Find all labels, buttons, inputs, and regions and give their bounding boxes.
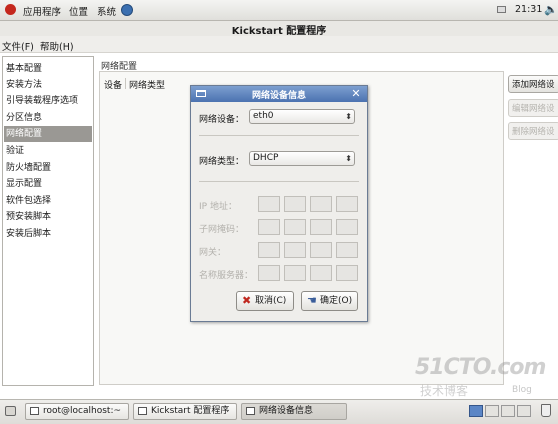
add-network-device-button[interactable]: 添加网络设 [508,75,558,93]
edit-network-device-button[interactable]: 编辑网络设 [508,99,558,117]
sidebar-item-pre-script[interactable]: 预安装脚本 [4,209,92,225]
network-type-value: DHCP [253,153,279,163]
task-kickstart-label: Kickstart 配置程序 [151,406,230,416]
sidebar-item-install-method[interactable]: 安装方法 [4,77,92,93]
menubar: 文件(F) 帮助(H) [0,36,558,53]
sidebar-item-post-script[interactable]: 安装后脚本 [4,226,92,242]
watermark-subtitle: 技术博客 [420,384,469,398]
redhat-logo-icon[interactable] [5,4,16,15]
updown-arrow-icon: ⬍ [345,112,352,121]
gateway-octet-1[interactable] [258,242,280,258]
task-network-dialog[interactable]: 网络设备信息 [241,403,347,420]
sidebar-item-bootloader[interactable]: 引导装载程序选项 [4,93,92,109]
workspace-1[interactable] [469,405,483,417]
updown-arrow-icon: ⬍ [345,154,352,163]
show-desktop-icon[interactable] [5,406,16,416]
window-title: Kickstart 配置程序 [231,26,327,37]
browser-icon[interactable] [121,4,133,16]
help-menu[interactable]: 帮助(H) [40,39,74,53]
netmask-octet-1[interactable] [258,219,280,235]
gateway-octet-2[interactable] [284,242,306,258]
sidebar-item-partition[interactable]: 分区信息 [4,110,92,126]
cancel-x-icon: ✖ [242,294,252,307]
sidebar-item-auth[interactable]: 验证 [4,143,92,159]
netmask-octet-4[interactable] [336,219,358,235]
trash-icon[interactable] [541,404,551,417]
places-menu[interactable]: 位置 [69,4,88,18]
sidebar-item-packages[interactable]: 软件包选择 [4,193,92,209]
task-network-dialog-label: 网络设备信息 [259,406,314,416]
task-terminal[interactable]: root@localhost:~ [25,403,129,420]
ip-octet-3[interactable] [310,196,332,212]
netmask-label: 子网掩码： [199,225,245,235]
nameserver-label: 名称服务器： [199,271,254,281]
top-panel: 应用程序 位置 系统 21:31 🔈 [0,0,558,21]
close-icon[interactable]: ✕ [350,88,362,100]
watermark-logo: 51CTO.com [415,355,546,380]
sidebar-item-display[interactable]: 显示配置 [4,176,92,192]
ok-hand-icon: ☚ [307,294,317,307]
device-label: 网络设备： [199,115,245,125]
window-icon [246,407,255,415]
ip-octet-1[interactable] [258,196,280,212]
dialog-title: 网络设备信息 [251,91,306,101]
workspace-2[interactable] [485,405,499,417]
volume-icon[interactable]: 🔈 [544,4,558,15]
file-menu[interactable]: 文件(F) [2,39,34,53]
sidebar-item-basic[interactable]: 基本配置 [4,61,92,77]
sidebar-item-firewall[interactable]: 防火墙配置 [4,160,92,176]
nameserver-octet-4[interactable] [336,265,358,281]
column-network-type[interactable]: 网络类型 [129,78,165,91]
cancel-button[interactable]: ✖ 取消(C) [236,291,294,311]
workspace-3[interactable] [501,405,515,417]
network-device-dialog: 网络设备信息 ✕ 网络设备： eth0 ⬍ 网络类型： DHCP ⬍ IP 地址… [190,85,368,322]
ip-address-label: IP 地址： [199,202,237,212]
nameserver-octet-1[interactable] [258,265,280,281]
network-type-label: 网络类型： [199,157,245,167]
nameserver-octet-3[interactable] [310,265,332,281]
window-titlebar: Kickstart 配置程序 [0,21,558,37]
column-divider [125,78,126,89]
separator [199,181,359,182]
ip-octet-2[interactable] [284,196,306,212]
netmask-octet-2[interactable] [284,219,306,235]
applications-menu[interactable]: 应用程序 [23,4,61,18]
device-select[interactable]: eth0 ⬍ [249,109,355,124]
cancel-button-label: 取消(C) [255,296,287,306]
ok-button-label: 确定(O) [320,296,353,306]
delete-network-device-button[interactable]: 删除网络设 [508,122,558,140]
task-kickstart[interactable]: Kickstart 配置程序 [133,403,237,420]
dialog-titlebar[interactable]: 网络设备信息 ✕ [191,86,367,102]
system-menu[interactable]: 系统 [97,4,116,18]
column-device[interactable]: 设备 [104,78,122,91]
network-monitor-icon[interactable] [497,6,506,13]
ip-octet-4[interactable] [336,196,358,212]
sidebar-item-network[interactable]: 网络配置 [4,126,92,142]
separator [199,135,359,136]
clock[interactable]: 21:31 [515,4,542,15]
category-sidebar: 基本配置 安装方法 引导装载程序选项 分区信息 网络配置 验证 防火墙配置 显示… [2,56,94,386]
netmask-octet-3[interactable] [310,219,332,235]
workspace-4[interactable] [517,405,531,417]
kickstart-icon [138,407,147,415]
device-value: eth0 [253,111,274,121]
task-terminal-label: root@localhost:~ [43,406,122,416]
network-type-select[interactable]: DHCP ⬍ [249,151,355,166]
ok-button[interactable]: ☚ 确定(O) [301,291,358,311]
bottom-panel: root@localhost:~ Kickstart 配置程序 网络设备信息 [0,399,558,424]
nameserver-octet-2[interactable] [284,265,306,281]
gateway-label: 网关： [199,248,227,258]
gateway-octet-3[interactable] [310,242,332,258]
gateway-octet-4[interactable] [336,242,358,258]
terminal-icon [30,407,39,415]
watermark-blog: Blog [512,385,532,395]
